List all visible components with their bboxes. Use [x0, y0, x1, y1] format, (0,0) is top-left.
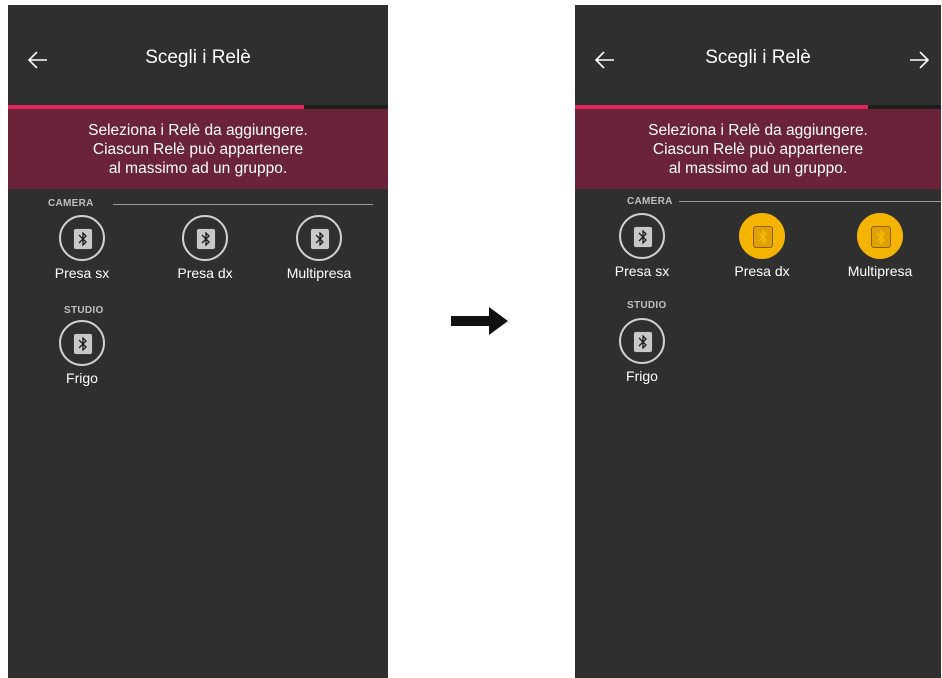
group-divider: [113, 204, 373, 205]
group-label-camera: CAMERA: [48, 198, 94, 209]
bluetooth-icon: [73, 228, 93, 250]
relay-toggle[interactable]: [296, 215, 342, 261]
group-label-studio: STUDIO: [64, 305, 104, 316]
relay-label: Presa sx: [614, 263, 670, 279]
relay-label: Frigo: [626, 368, 658, 384]
relay-label: Multipresa: [847, 263, 913, 279]
relay-toggle[interactable]: [59, 215, 105, 261]
relay-label: Presa dx: [734, 263, 790, 279]
relay-toggle-selected[interactable]: [857, 213, 903, 259]
group-label-camera: CAMERA: [627, 196, 673, 207]
relay-toggle[interactable]: [619, 213, 665, 259]
screen-after: Scegli i Relè Seleziona i Relè da aggiun…: [575, 5, 941, 678]
relay-toggle-selected[interactable]: [739, 213, 785, 259]
app-header: Scegli i Relè: [575, 5, 941, 100]
arrow-right-icon: [451, 307, 508, 335]
relay-label: Frigo: [66, 370, 98, 386]
instruction-banner: Seleziona i Relè da aggiungere. Ciascun …: [575, 109, 941, 189]
relay-multipresa[interactable]: Multipresa: [274, 215, 364, 281]
relay-multipresa[interactable]: Multipresa: [835, 213, 925, 279]
relay-presa-dx[interactable]: Presa dx: [160, 215, 250, 281]
bluetooth-icon: [871, 226, 891, 248]
banner-line: Seleziona i Relè da aggiungere.: [88, 122, 308, 139]
bluetooth-icon: [196, 228, 216, 250]
relay-toggle[interactable]: [619, 318, 665, 364]
relay-presa-sx[interactable]: Presa sx: [37, 215, 127, 281]
bluetooth-icon: [633, 226, 653, 248]
page-title: Scegli i Relè: [145, 47, 251, 68]
page-title: Scegli i Relè: [705, 47, 811, 68]
bluetooth-icon: [73, 333, 93, 355]
banner-line: al massimo ad un gruppo.: [668, 160, 848, 177]
group-label-studio: STUDIO: [627, 300, 667, 311]
bluetooth-icon: [633, 331, 653, 353]
group-divider: [679, 201, 941, 202]
banner-line: Seleziona i Relè da aggiungere.: [648, 122, 868, 139]
banner-line: Ciascun Relè può appartenere: [652, 141, 864, 158]
relay-frigo[interactable]: Frigo: [597, 318, 687, 384]
relay-presa-sx[interactable]: Presa sx: [597, 213, 687, 279]
app-header: Scegli i Relè: [8, 5, 388, 100]
relay-toggle[interactable]: [182, 215, 228, 261]
banner-line: al massimo ad un gruppo.: [108, 160, 288, 177]
instruction-banner: Seleziona i Relè da aggiungere. Ciascun …: [8, 109, 388, 189]
relay-label: Multipresa: [286, 265, 352, 281]
relay-frigo[interactable]: Frigo: [37, 320, 127, 386]
bluetooth-icon: [310, 228, 330, 250]
screen-before: Scegli i Relè Seleziona i Relè da aggiun…: [8, 5, 388, 678]
relay-label: Presa dx: [177, 265, 233, 281]
banner-line: Ciascun Relè può appartenere: [92, 141, 304, 158]
relay-label: Presa sx: [54, 265, 110, 281]
bluetooth-icon: [753, 226, 773, 248]
relay-presa-dx[interactable]: Presa dx: [717, 213, 807, 279]
arrow-right-icon[interactable]: [907, 48, 931, 72]
relay-toggle[interactable]: [59, 320, 105, 366]
